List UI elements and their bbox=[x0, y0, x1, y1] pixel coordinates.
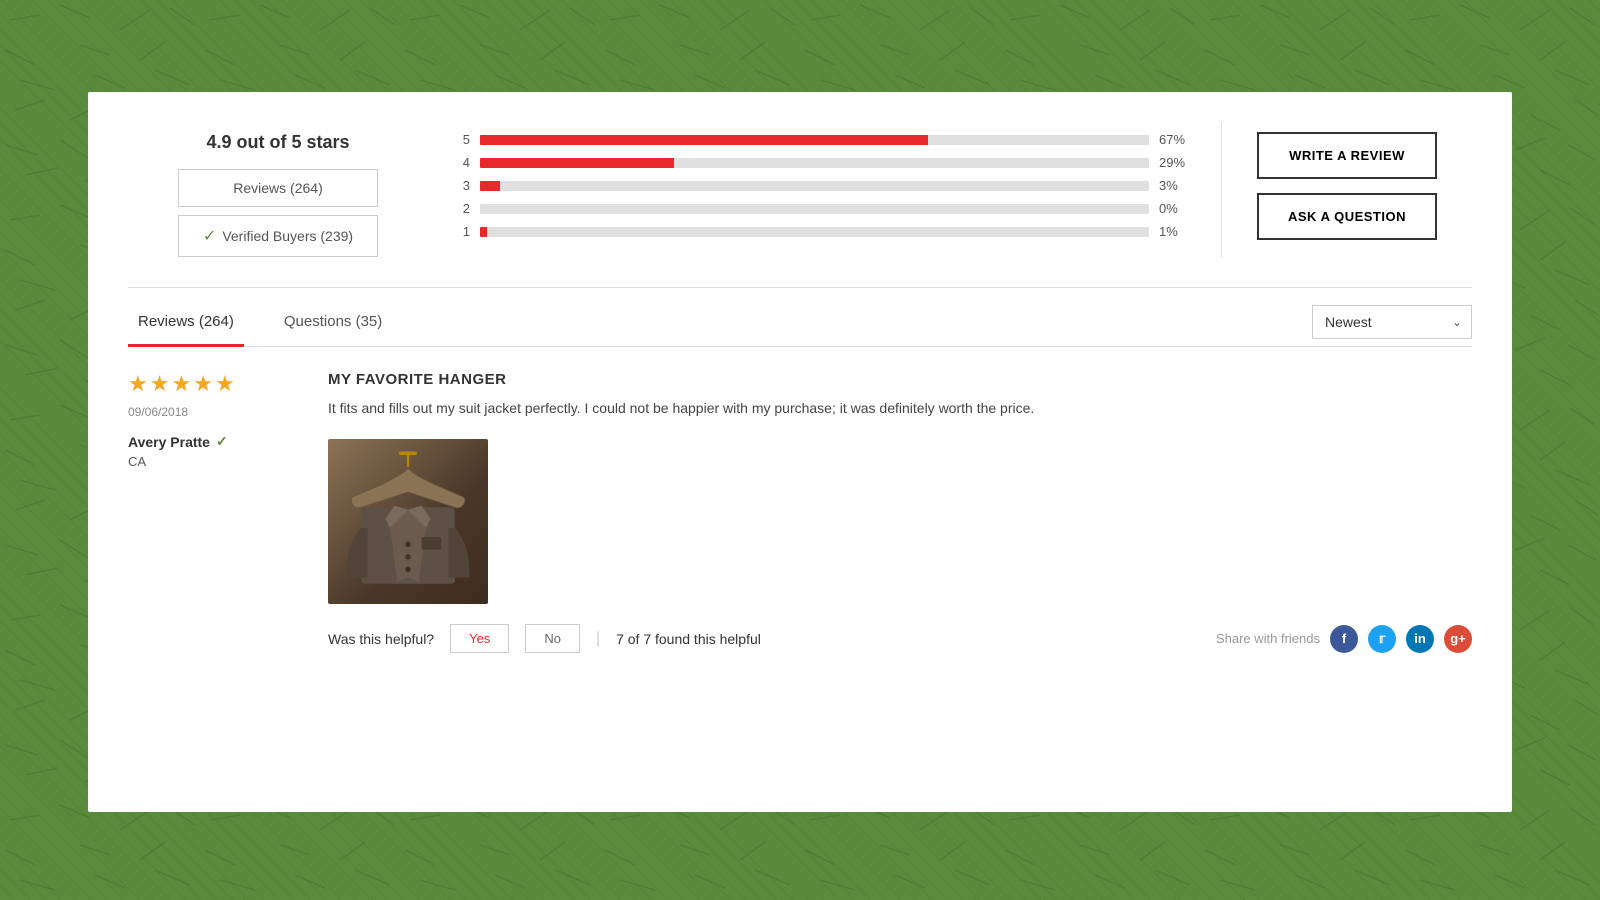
share-label: Share with friends bbox=[1216, 631, 1320, 646]
bar-star-label: 5 bbox=[458, 132, 470, 147]
bar-fill bbox=[480, 181, 500, 191]
sort-select[interactable]: NewestOldestMost HelpfulHighest RatingLo… bbox=[1312, 305, 1472, 339]
bar-track bbox=[480, 181, 1149, 191]
star-icon: ★ bbox=[171, 371, 191, 397]
helpful-label: Was this helpful? bbox=[328, 631, 434, 647]
star-icon: ★ bbox=[215, 371, 235, 397]
bar-fill bbox=[480, 158, 674, 168]
ask-question-button[interactable]: ASK A QUESTION bbox=[1257, 193, 1437, 240]
googleplus-icon[interactable]: g+ bbox=[1444, 625, 1472, 653]
verified-icon: ✓ bbox=[216, 433, 228, 450]
linkedin-icon[interactable]: in bbox=[1406, 625, 1434, 653]
main-card: 4.9 out of 5 stars Reviews (264) ✓ Verif… bbox=[88, 92, 1512, 812]
review-image bbox=[328, 439, 488, 604]
review-body: It fits and fills out my suit jacket per… bbox=[328, 398, 1472, 419]
tab-questions[interactable]: Questions (35) bbox=[274, 299, 392, 347]
action-buttons: WRITE A REVIEW ASK A QUESTION bbox=[1222, 122, 1472, 250]
sort-wrapper: NewestOldestMost HelpfulHighest RatingLo… bbox=[1312, 305, 1472, 339]
review-left: ★★★★★ 09/06/2018 Avery Pratte ✓ CA bbox=[128, 371, 328, 653]
star-icon: ★ bbox=[150, 371, 170, 397]
star-icon: ★ bbox=[193, 371, 213, 397]
bar-pct: 29% bbox=[1159, 155, 1191, 170]
bar-track bbox=[480, 135, 1149, 145]
bar-row: 2 0% bbox=[458, 201, 1191, 216]
tabs-row: Reviews (264) Questions (35) NewestOldes… bbox=[128, 298, 1472, 347]
review-title: MY FAVORITE HANGER bbox=[328, 371, 1472, 388]
helpful-no-button[interactable]: No bbox=[525, 624, 580, 653]
bar-row: 1 1% bbox=[458, 224, 1191, 239]
stars-row: ★★★★★ bbox=[128, 371, 308, 397]
sort-section: NewestOldestMost HelpfulHighest RatingLo… bbox=[1312, 305, 1472, 339]
tab-reviews[interactable]: Reviews (264) bbox=[128, 299, 244, 347]
helpful-row: Was this helpful? Yes No | 7 of 7 found … bbox=[328, 624, 1472, 653]
divider: | bbox=[596, 630, 600, 648]
bar-track bbox=[480, 204, 1149, 214]
bar-pct: 0% bbox=[1159, 201, 1191, 216]
bar-fill bbox=[480, 227, 487, 237]
twitter-icon[interactable]: 𝕣 bbox=[1368, 625, 1396, 653]
bar-star-label: 1 bbox=[458, 224, 470, 239]
bar-pct: 3% bbox=[1159, 178, 1191, 193]
helpful-count: 7 of 7 found this helpful bbox=[616, 631, 761, 647]
verified-buyers-box: ✓ Verified Buyers (239) bbox=[178, 215, 378, 257]
bar-fill bbox=[480, 135, 928, 145]
bar-row: 4 29% bbox=[458, 155, 1191, 170]
rating-summary: 4.9 out of 5 stars Reviews (264) ✓ Verif… bbox=[128, 122, 428, 267]
shield-icon: ✓ bbox=[203, 226, 216, 246]
bar-star-label: 3 bbox=[458, 178, 470, 193]
helpful-yes-button[interactable]: Yes bbox=[450, 624, 509, 653]
top-section: 4.9 out of 5 stars Reviews (264) ✓ Verif… bbox=[128, 122, 1472, 288]
bar-pct: 67% bbox=[1159, 132, 1191, 147]
bar-pct: 1% bbox=[1159, 224, 1191, 239]
write-review-button[interactable]: WRITE A REVIEW bbox=[1257, 132, 1437, 179]
bar-row: 5 67% bbox=[458, 132, 1191, 147]
review-item: ★★★★★ 09/06/2018 Avery Pratte ✓ CA MY FA… bbox=[128, 371, 1472, 653]
reviewer-location: CA bbox=[128, 454, 308, 469]
reviewer-name-text: Avery Pratte bbox=[128, 434, 210, 450]
jacket-svg bbox=[336, 447, 480, 596]
rating-bars: 5 67% 4 29% 3 3% 2 0% 1 1% bbox=[428, 122, 1222, 257]
verified-label: Verified Buyers (239) bbox=[222, 228, 353, 244]
reviews-section: ★★★★★ 09/06/2018 Avery Pratte ✓ CA MY FA… bbox=[128, 371, 1472, 653]
share-section: Share with friends f 𝕣 in g+ bbox=[1216, 625, 1472, 653]
star-icon: ★ bbox=[128, 371, 148, 397]
review-image-inner bbox=[328, 439, 488, 604]
review-right: MY FAVORITE HANGER It fits and fills out… bbox=[328, 371, 1472, 653]
bar-star-label: 4 bbox=[458, 155, 470, 170]
bar-row: 3 3% bbox=[458, 178, 1191, 193]
bar-star-label: 2 bbox=[458, 201, 470, 216]
overall-rating: 4.9 out of 5 stars bbox=[206, 132, 349, 153]
facebook-icon[interactable]: f bbox=[1330, 625, 1358, 653]
reviews-count-box: Reviews (264) bbox=[178, 169, 378, 207]
bar-track bbox=[480, 158, 1149, 168]
bar-track bbox=[480, 227, 1149, 237]
review-date: 09/06/2018 bbox=[128, 405, 308, 419]
reviewer-name: Avery Pratte ✓ bbox=[128, 433, 308, 450]
